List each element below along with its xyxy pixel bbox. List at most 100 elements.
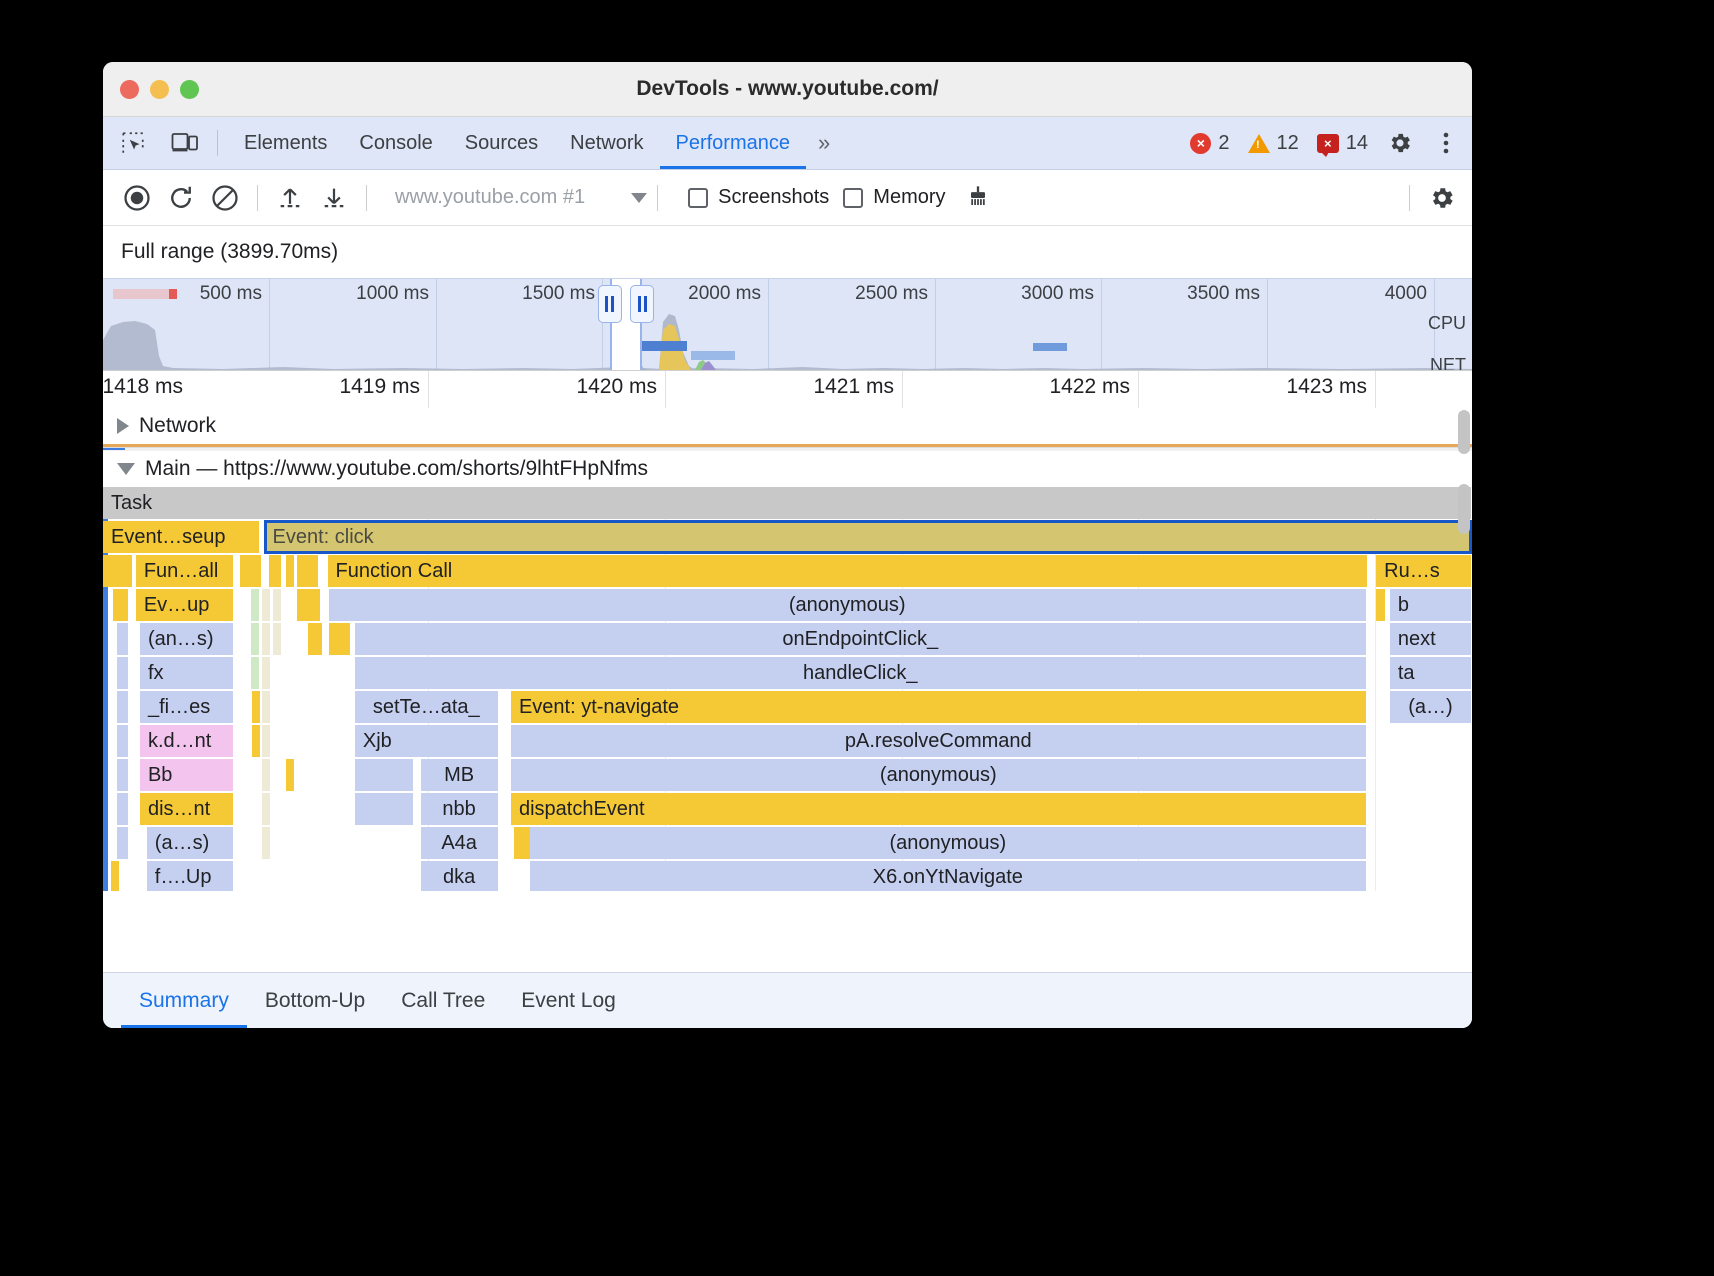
flame-block-unlabeled[interactable] [262,725,270,757]
flame-block-unlabeled[interactable] [273,589,281,621]
flame-block[interactable]: (anonymous) [329,589,1366,621]
flame-block[interactable]: (a…s) [147,827,234,859]
flame-block-unlabeled[interactable] [269,555,282,587]
flame-block[interactable]: Bb [140,759,233,791]
flame-block-unlabeled[interactable] [355,793,413,825]
flame-block[interactable]: Ru…s [1376,555,1471,587]
flame-block-unlabeled[interactable] [286,555,294,587]
flame-block-unlabeled[interactable] [297,555,318,587]
flame-scrollbar[interactable] [1458,484,1470,534]
flame-block[interactable]: pA.resolveCommand [511,725,1366,757]
flame-block-unlabeled[interactable] [111,861,119,891]
device-toggle-icon[interactable] [163,123,207,163]
flame-block-unlabeled[interactable] [252,725,260,757]
flame-block-unlabeled[interactable] [262,589,270,621]
clear-button[interactable] [203,176,247,220]
flame-block-unlabeled[interactable] [514,827,522,859]
more-options-icon[interactable] [1426,123,1466,163]
flame-block[interactable]: setTe…ata_ [355,691,498,723]
flame-block[interactable]: onEndpointClick_ [355,623,1366,655]
flame-block-unlabeled[interactable] [251,589,259,621]
flame-block-unlabeled[interactable] [117,657,128,689]
flame-block[interactable]: Xjb [355,725,498,757]
tab-summary[interactable]: Summary [121,973,247,1028]
flame-block[interactable]: A4a [421,827,498,859]
flame-block-unlabeled[interactable] [262,759,270,791]
flame-block-unlabeled[interactable] [113,589,128,621]
flame-block[interactable]: MB [421,759,498,791]
flame-block-unlabeled[interactable] [117,725,128,757]
tab-elements[interactable]: Elements [228,118,343,169]
track-main[interactable]: Main — https://www.youtube.com/shorts/9l… [103,451,1472,487]
flame-block[interactable]: next [1390,623,1471,655]
flame-block[interactable]: (anonymous) [530,827,1365,859]
record-button[interactable] [115,176,159,220]
flame-block-unlabeled[interactable] [117,623,128,655]
ruler-scrollbar[interactable] [1458,410,1470,454]
flame-block[interactable]: Event: click [265,521,1471,553]
flame-block-unlabeled[interactable] [355,759,413,791]
tab-call-tree[interactable]: Call Tree [383,973,503,1028]
flame-block-unlabeled[interactable] [117,793,128,825]
warning-counter[interactable]: 12 [1242,132,1305,155]
flame-block[interactable]: fx [140,657,233,689]
flame-block[interactable]: ta [1390,657,1471,689]
flame-chart[interactable]: TaskEvent…seupEvent: clickFun…allFunctio… [103,487,1472,891]
track-network[interactable]: Network [103,408,1472,444]
screenshots-checkbox-box[interactable] [688,188,708,208]
memory-checkbox[interactable]: Memory [843,186,945,209]
tab-console[interactable]: Console [343,118,448,169]
flame-block-unlabeled[interactable] [262,691,270,723]
screenshots-checkbox[interactable]: Screenshots [688,186,829,209]
flame-block[interactable]: b [1390,589,1471,621]
flame-block-unlabeled[interactable] [251,623,259,655]
tab-event-log[interactable]: Event Log [503,973,634,1028]
reload-and-record-button[interactable] [159,176,203,220]
tab-network[interactable]: Network [554,118,659,169]
flame-block-unlabeled[interactable] [286,759,294,791]
flame-block-unlabeled[interactable] [262,623,270,655]
flame-block[interactable]: Ev…up [136,589,234,621]
flame-block-unlabeled[interactable] [1376,589,1385,621]
save-profile-button[interactable] [312,176,356,220]
flame-block-unlabeled[interactable] [329,623,350,655]
issue-counter[interactable]: × 14 [1311,132,1374,155]
flame-block-unlabeled[interactable] [273,623,281,655]
tab-bottom-up[interactable]: Bottom-Up [247,973,383,1028]
flame-block[interactable]: Event: yt-navigate [511,691,1366,723]
flame-block[interactable]: k.d…nt [140,725,233,757]
capture-settings-icon[interactable] [1420,176,1464,220]
minimize-window-button[interactable] [150,80,169,99]
selection-handle-left[interactable] [598,285,622,323]
flame-block-unlabeled[interactable] [103,555,132,587]
tab-performance[interactable]: Performance [660,118,807,169]
flame-block[interactable]: X6.onYtNavigate [530,861,1365,891]
inspect-icon[interactable] [111,123,155,163]
flame-block[interactable]: Function Call [328,555,1367,587]
close-window-button[interactable] [120,80,139,99]
flame-block-unlabeled[interactable] [117,759,128,791]
selection-handle-right[interactable] [630,285,654,323]
flame-block[interactable]: dis…nt [140,793,233,825]
flame-block[interactable]: handleClick_ [355,657,1366,689]
memory-checkbox-box[interactable] [843,188,863,208]
flame-block[interactable]: dispatchEvent [511,793,1366,825]
tab-sources[interactable]: Sources [449,118,554,169]
maximize-window-button[interactable] [180,80,199,99]
error-counter[interactable]: × 2 [1184,132,1235,155]
flame-block[interactable]: Task [103,487,1471,519]
flame-block-unlabeled[interactable] [262,793,270,825]
flame-block-unlabeled[interactable] [308,623,322,655]
flame-block-unlabeled[interactable] [240,555,261,587]
flame-block-unlabeled[interactable] [117,691,128,723]
flame-block-unlabeled[interactable] [251,657,259,689]
gear-icon[interactable] [1380,123,1420,163]
flame-block[interactable]: (an…s) [140,623,233,655]
flame-block-unlabeled[interactable] [522,827,530,859]
flame-block-unlabeled[interactable] [252,691,260,723]
flame-block[interactable]: dka [421,861,498,891]
flame-block-unlabeled[interactable] [117,827,128,859]
flame-block[interactable]: Event…seup [103,521,259,553]
flame-block[interactable]: (a…) [1390,691,1471,723]
flame-block[interactable]: nbb [421,793,498,825]
